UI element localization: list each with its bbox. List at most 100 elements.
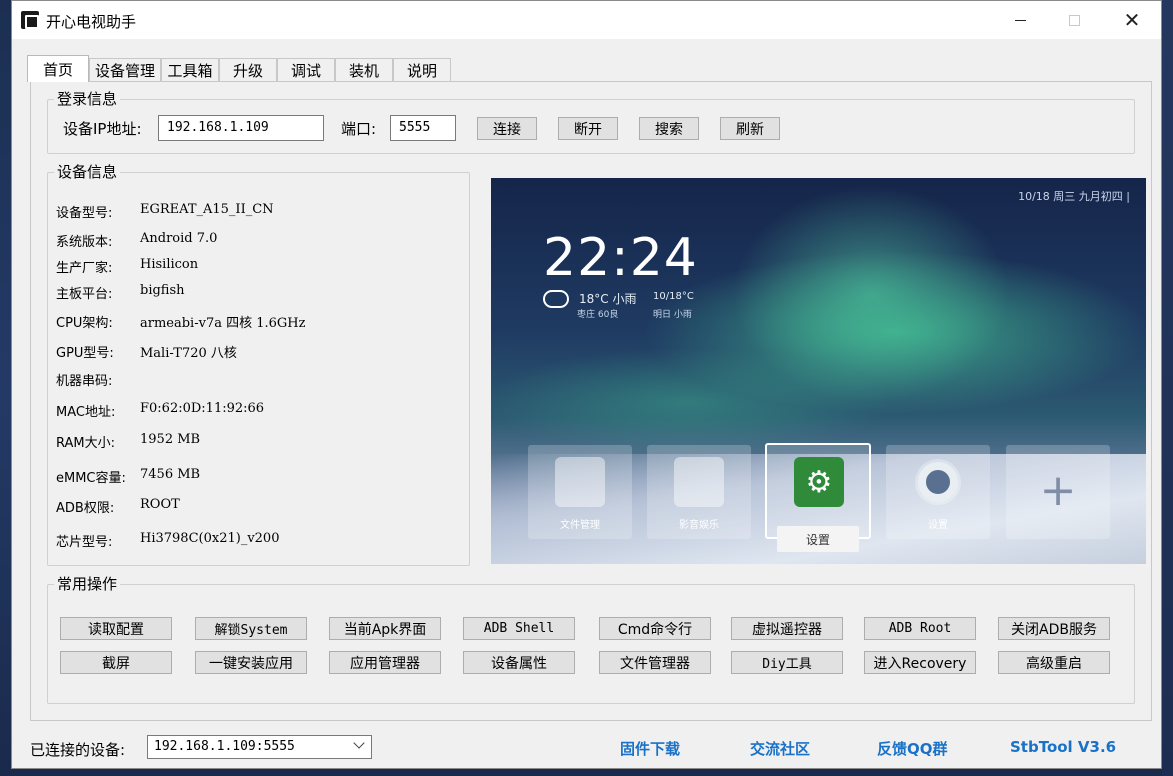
- firmware-download-link[interactable]: 固件下载: [620, 738, 680, 759]
- enter-recovery-button[interactable]: 进入Recovery: [864, 651, 976, 674]
- port-label: 端口:: [341, 120, 377, 138]
- info-value: Android 7.0: [140, 231, 218, 246]
- info-value: ROOT: [140, 497, 180, 512]
- tab-debug[interactable]: 调试: [277, 58, 335, 81]
- screen-weather-sub: 枣庄 60良: [577, 310, 619, 320]
- connected-device-value: 192.168.1.109:5555: [154, 739, 295, 754]
- info-value: F0:62:0D:11:92:66: [140, 401, 265, 416]
- screen-tile-files: 文件管理: [528, 445, 632, 539]
- current-apk-button[interactable]: 当前Apk界面: [329, 617, 441, 640]
- screen-clock: 22:24: [543, 228, 698, 288]
- advanced-reboot-button[interactable]: 高级重启: [998, 651, 1110, 674]
- screen-weather-tomorrow: 10/18°C: [653, 291, 694, 302]
- app-icon: [21, 11, 39, 29]
- search-button[interactable]: 搜索: [639, 117, 699, 140]
- info-label: ADB权限:: [56, 501, 115, 516]
- maximize-button[interactable]: [1047, 1, 1101, 39]
- info-row-gpu: GPU型号: Mali-T720 八核: [56, 342, 237, 361]
- info-row-os: 系统版本: Android 7.0: [56, 231, 217, 250]
- screen-weather: 18°C 小雨: [579, 292, 637, 306]
- minimize-icon: [1014, 19, 1026, 21]
- info-value: 7456 MB: [140, 467, 201, 482]
- common-ops-legend: 常用操作: [54, 575, 121, 593]
- screen-status: 10/18 周三 九月初四 |: [1018, 190, 1130, 203]
- screenshot-button[interactable]: 截屏: [60, 651, 172, 674]
- info-label: CPU架构:: [56, 316, 113, 331]
- tab-home[interactable]: 首页: [27, 55, 89, 82]
- apps-folder-icon: [674, 457, 724, 507]
- info-value: armeabi-v7a 四核 1.6GHz: [140, 316, 306, 331]
- virtual-remote-button[interactable]: 虚拟遥控器: [731, 617, 843, 640]
- plus-icon: +: [1039, 465, 1077, 516]
- tab-device-management[interactable]: 设备管理: [89, 58, 161, 81]
- tab-toolbox[interactable]: 工具箱: [161, 58, 219, 81]
- info-row-adb: ADB权限: ROOT: [56, 497, 180, 516]
- folder-icon: [555, 457, 605, 507]
- info-row-manufacturer: 生产厂家: Hisilicon: [56, 257, 198, 276]
- diy-tools-button[interactable]: Diy工具: [731, 651, 843, 674]
- read-config-button[interactable]: 读取配置: [60, 617, 172, 640]
- connected-device-label: 已连接的设备:: [30, 741, 126, 759]
- home-panel: 登录信息 设备IP地址: 192.168.1.109 端口: 5555 连接 断…: [30, 81, 1152, 721]
- info-value: Hisilicon: [140, 257, 199, 272]
- cloud-icon: [543, 290, 569, 308]
- device-properties-button[interactable]: 设备属性: [463, 651, 575, 674]
- info-value: Hi3798C(0x21)_v200: [140, 531, 280, 546]
- close-button[interactable]: ✕: [1105, 1, 1159, 39]
- info-label: RAM大小:: [56, 436, 115, 451]
- info-row-ram: RAM大小: 1952 MB: [56, 432, 200, 451]
- one-click-install-button[interactable]: 一键安装应用: [195, 651, 307, 674]
- window-title: 开心电视助手: [46, 13, 137, 31]
- maximize-icon: [1068, 14, 1080, 26]
- adb-shell-button[interactable]: ADB Shell: [463, 617, 575, 640]
- connect-button[interactable]: 连接: [477, 117, 537, 140]
- feedback-qq-link[interactable]: 反馈QQ群: [877, 738, 948, 759]
- device-screenshot: 10/18 周三 九月初四 | 22:24 18°C 小雨 枣庄 60良 10/…: [491, 178, 1146, 564]
- info-label: GPU型号:: [56, 346, 114, 361]
- device-info-legend: 设备信息: [54, 163, 121, 181]
- info-label: MAC地址:: [56, 405, 116, 420]
- adb-root-button[interactable]: ADB Root: [864, 617, 976, 640]
- close-adb-button[interactable]: 关闭ADB服务: [998, 617, 1110, 640]
- disconnect-button[interactable]: 断开: [558, 117, 618, 140]
- info-row-chip: 芯片型号: Hi3798C(0x21)_v200: [56, 531, 279, 550]
- screen-tile-settings-selected: ⚙: [765, 443, 871, 539]
- app-window: 开心电视助手 ✕ 首页 设备管理 工具箱 升级 调试 装机 说明 登录信息 设备…: [11, 0, 1162, 769]
- info-row-emmc: eMMC容量: 7456 MB: [56, 467, 200, 486]
- info-value: 1952 MB: [140, 432, 201, 447]
- tile-label: 文件管理: [560, 520, 600, 531]
- info-label: 生产厂家:: [56, 261, 113, 276]
- version-link[interactable]: StbTool V3.6: [1010, 738, 1116, 756]
- screen-tile-settings: 设置: [886, 445, 990, 539]
- screen-tooltip: 设置: [777, 526, 859, 552]
- file-manager-button[interactable]: 文件管理器: [599, 651, 711, 674]
- ip-input[interactable]: 192.168.1.109: [158, 115, 324, 141]
- tile-label: 影音娱乐: [679, 520, 719, 531]
- connected-device-select[interactable]: 192.168.1.109:5555: [147, 735, 372, 759]
- tab-bar: 首页 设备管理 工具箱 升级 调试 装机 说明: [27, 55, 451, 82]
- info-label: 机器串码:: [56, 374, 113, 389]
- port-input[interactable]: 5555: [390, 115, 456, 141]
- title-bar: 开心电视助手 ✕: [12, 1, 1161, 39]
- info-label: 主板平台:: [56, 287, 113, 302]
- app-manager-button[interactable]: 应用管理器: [329, 651, 441, 674]
- community-link[interactable]: 交流社区: [750, 738, 810, 759]
- minimize-button[interactable]: [993, 1, 1047, 39]
- info-label: 设备型号:: [56, 206, 113, 221]
- screen-weather-tomorrow-sub: 明日 小雨: [653, 310, 692, 320]
- tab-upgrade[interactable]: 升级: [219, 58, 277, 81]
- refresh-button[interactable]: 刷新: [720, 117, 780, 140]
- tile-label: 设置: [928, 520, 948, 531]
- unlock-system-button[interactable]: 解锁System: [195, 617, 307, 640]
- common-ops-group: 常用操作 读取配置 解锁System 当前Apk界面 ADB Shell Cmd…: [47, 575, 1135, 704]
- info-value: bigfish: [140, 283, 185, 298]
- screen-tile-media: 影音娱乐: [647, 445, 751, 539]
- tab-install[interactable]: 装机: [335, 58, 393, 81]
- tab-help[interactable]: 说明: [393, 58, 451, 81]
- chevron-down-icon: [353, 737, 365, 749]
- info-value: Mali-T720 八核: [140, 346, 237, 361]
- screen-tile-add: +: [1006, 445, 1110, 539]
- info-label: eMMC容量:: [56, 471, 126, 486]
- settings-ring-icon: [913, 457, 963, 507]
- cmd-button[interactable]: Cmd命令行: [599, 617, 711, 640]
